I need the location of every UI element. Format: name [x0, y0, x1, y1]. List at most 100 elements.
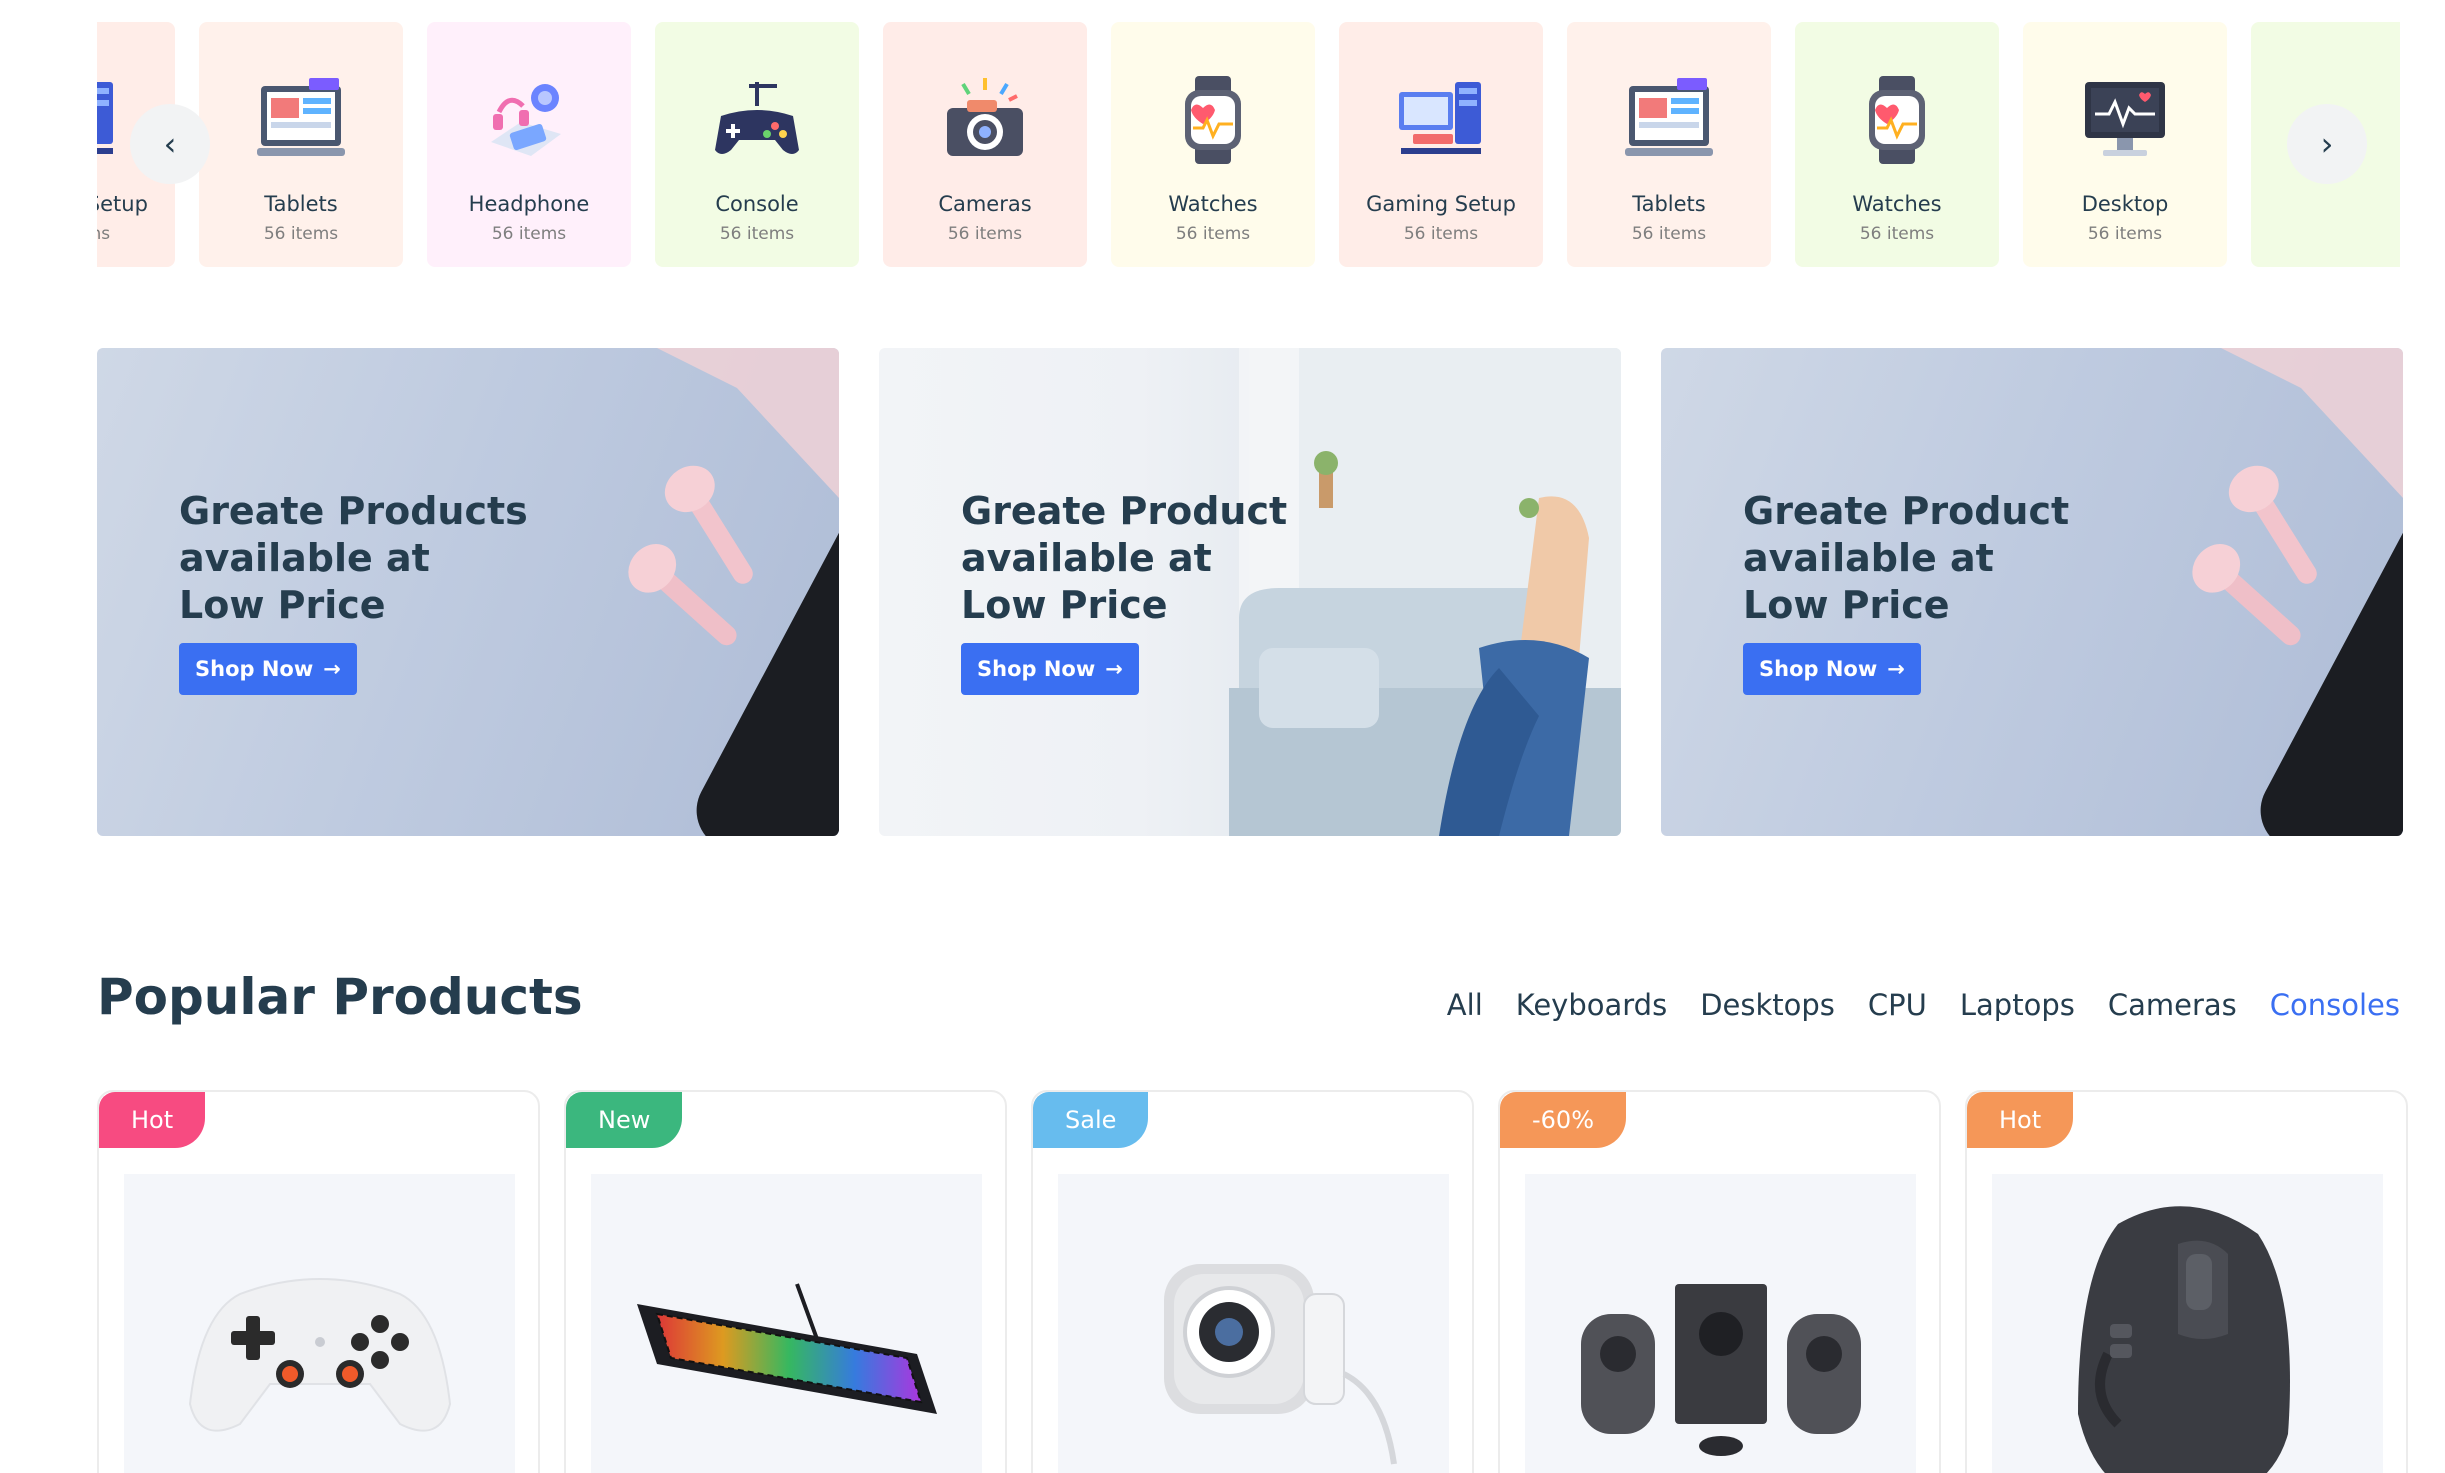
- category-card-gaming-setup-2[interactable]: Gaming Setup 56 items: [1339, 22, 1543, 267]
- arrow-right-icon: →: [1887, 657, 1905, 681]
- section-title-popular-products: Popular Products: [97, 968, 583, 1026]
- product-card[interactable]: Sale: [1031, 1090, 1474, 1473]
- product-image-computer-mouse[interactable]: [1992, 1174, 2383, 1473]
- banner-heading: Greate Product available at Low Price: [961, 488, 1287, 629]
- arrow-right-icon: →: [323, 657, 341, 681]
- category-carousel: Gaming Setup 56 items Tablets 56 items H…: [97, 22, 2400, 267]
- product-badge: -60%: [1500, 1092, 1627, 1148]
- arrow-right-icon: →: [1105, 657, 1123, 681]
- promo-banner[interactable]: Greate Products available at Low Price S…: [97, 348, 839, 836]
- category-name: Console: [715, 192, 799, 216]
- watch-icon: [1845, 68, 1949, 172]
- camera-icon: [933, 68, 1037, 172]
- tab-laptops[interactable]: Laptops: [1960, 988, 2075, 1022]
- tab-consoles[interactable]: Consoles: [2270, 988, 2400, 1022]
- category-track: Gaming Setup 56 items Tablets 56 items H…: [97, 22, 2400, 267]
- product-badge: Sale: [1033, 1092, 1149, 1148]
- banner-line-3: Low Price: [961, 583, 1168, 627]
- category-card-watches-2[interactable]: Watches 56 items: [1795, 22, 1999, 267]
- tablet-icon: [1617, 68, 1721, 172]
- category-name: Tablets: [264, 192, 338, 216]
- banner-line-2: available at: [1743, 536, 1994, 580]
- shop-now-label: Shop Now: [1759, 657, 1878, 681]
- gaming-setup-icon: [1389, 68, 1493, 172]
- category-count: 56 items: [2087, 224, 2163, 244]
- category-card-cameras[interactable]: Cameras 56 items: [883, 22, 1087, 267]
- product-badge: Hot: [99, 1092, 206, 1148]
- tab-cpu[interactable]: CPU: [1868, 988, 1927, 1022]
- category-card-console[interactable]: Console 56 items: [655, 22, 859, 267]
- category-card-watches[interactable]: Watches 56 items: [1111, 22, 1315, 267]
- category-name: Tablets: [1632, 192, 1706, 216]
- tab-keyboards[interactable]: Keyboards: [1516, 988, 1667, 1022]
- category-count: 56 items: [1859, 224, 1935, 244]
- category-card-tablets[interactable]: Tablets 56 items: [199, 22, 403, 267]
- tablet-icon: [249, 68, 353, 172]
- product-badge: Hot: [1967, 1092, 2074, 1148]
- category-count: 56 items: [719, 224, 795, 244]
- product-image-webcam[interactable]: [1058, 1174, 1449, 1473]
- shop-now-button[interactable]: Shop Now →: [961, 643, 1139, 695]
- gaming-setup-icon: [97, 68, 125, 172]
- banner-line-3: Low Price: [179, 583, 386, 627]
- category-name: Headphone: [468, 192, 590, 216]
- category-name: Desktop: [2081, 192, 2169, 216]
- tab-all[interactable]: All: [1447, 988, 1483, 1022]
- game-controller-icon: [188, 1278, 451, 1432]
- product-image-game-controller[interactable]: [124, 1174, 515, 1473]
- category-name: Gaming Setup: [1366, 192, 1516, 216]
- product-card[interactable]: Hot: [97, 1090, 540, 1473]
- banner-line-2: available at: [179, 536, 430, 580]
- webcam-icon: [1163, 1264, 1397, 1465]
- carousel-next-button[interactable]: ›: [2287, 104, 2367, 184]
- tab-desktops[interactable]: Desktops: [1700, 988, 1835, 1022]
- keyboard-icon: [636, 1283, 937, 1414]
- tab-cameras[interactable]: Cameras: [2108, 988, 2237, 1022]
- category-name: Watches: [1852, 192, 1942, 216]
- category-count: 56 items: [491, 224, 567, 244]
- banner-line-1: Greate Product: [1743, 489, 2070, 533]
- console-icon: [705, 68, 809, 172]
- shop-now-label: Shop Now: [977, 657, 1096, 681]
- banner-line-2: available at: [961, 536, 1212, 580]
- chevron-right-icon: ›: [2320, 125, 2334, 163]
- shop-now-button[interactable]: Shop Now →: [1743, 643, 1921, 695]
- speaker-icon: [1580, 1284, 1861, 1456]
- banner-heading: Greate Products available at Low Price: [179, 488, 528, 629]
- promo-banner[interactable]: Greate Product available at Low Price Sh…: [879, 348, 1621, 836]
- headphone-icon: [477, 68, 581, 172]
- product-image-rgb-keyboard[interactable]: [591, 1174, 982, 1473]
- category-count: 56 items: [1175, 224, 1251, 244]
- banner-line-1: Greate Products: [179, 489, 528, 533]
- category-card-tablets-2[interactable]: Tablets 56 items: [1567, 22, 1771, 267]
- category-name: Gaming Setup: [97, 192, 148, 216]
- watch-icon: [1161, 68, 1265, 172]
- category-count: 56 items: [1403, 224, 1479, 244]
- chevron-left-icon: ‹: [163, 125, 177, 163]
- carousel-prev-button[interactable]: ‹: [130, 104, 210, 184]
- product-card[interactable]: New: [564, 1090, 1007, 1473]
- product-badge: New: [566, 1092, 683, 1148]
- product-card[interactable]: Hot: [1965, 1090, 2408, 1473]
- category-count: 56 items: [263, 224, 339, 244]
- product-grid: Hot New Sale -60% Hot: [97, 1090, 2408, 1473]
- category-count: 56 items: [97, 224, 111, 244]
- product-image-speaker-system[interactable]: [1525, 1174, 1916, 1473]
- product-card[interactable]: -60%: [1498, 1090, 1941, 1473]
- desktop-icon: [2073, 68, 2177, 172]
- category-count: 56 items: [1631, 224, 1707, 244]
- shop-now-button[interactable]: Shop Now →: [179, 643, 357, 695]
- category-card-headphone[interactable]: Headphone 56 items: [427, 22, 631, 267]
- banner-line-3: Low Price: [1743, 583, 1950, 627]
- banner-line-1: Greate Product: [961, 489, 1288, 533]
- category-card-desktop[interactable]: Desktop 56 items: [2023, 22, 2227, 267]
- mouse-icon: [2077, 1206, 2290, 1473]
- category-count: 56 items: [947, 224, 1023, 244]
- shop-now-label: Shop Now: [195, 657, 314, 681]
- category-name: Watches: [1168, 192, 1258, 216]
- category-name: Cameras: [938, 192, 1032, 216]
- banner-heading: Greate Product available at Low Price: [1743, 488, 2069, 629]
- promo-banner[interactable]: Greate Product available at Low Price Sh…: [1661, 348, 2403, 836]
- product-filter-tabs: All Keyboards Desktops CPU Laptops Camer…: [1447, 988, 2400, 1022]
- banner-row: Greate Products available at Low Price S…: [97, 348, 2403, 836]
